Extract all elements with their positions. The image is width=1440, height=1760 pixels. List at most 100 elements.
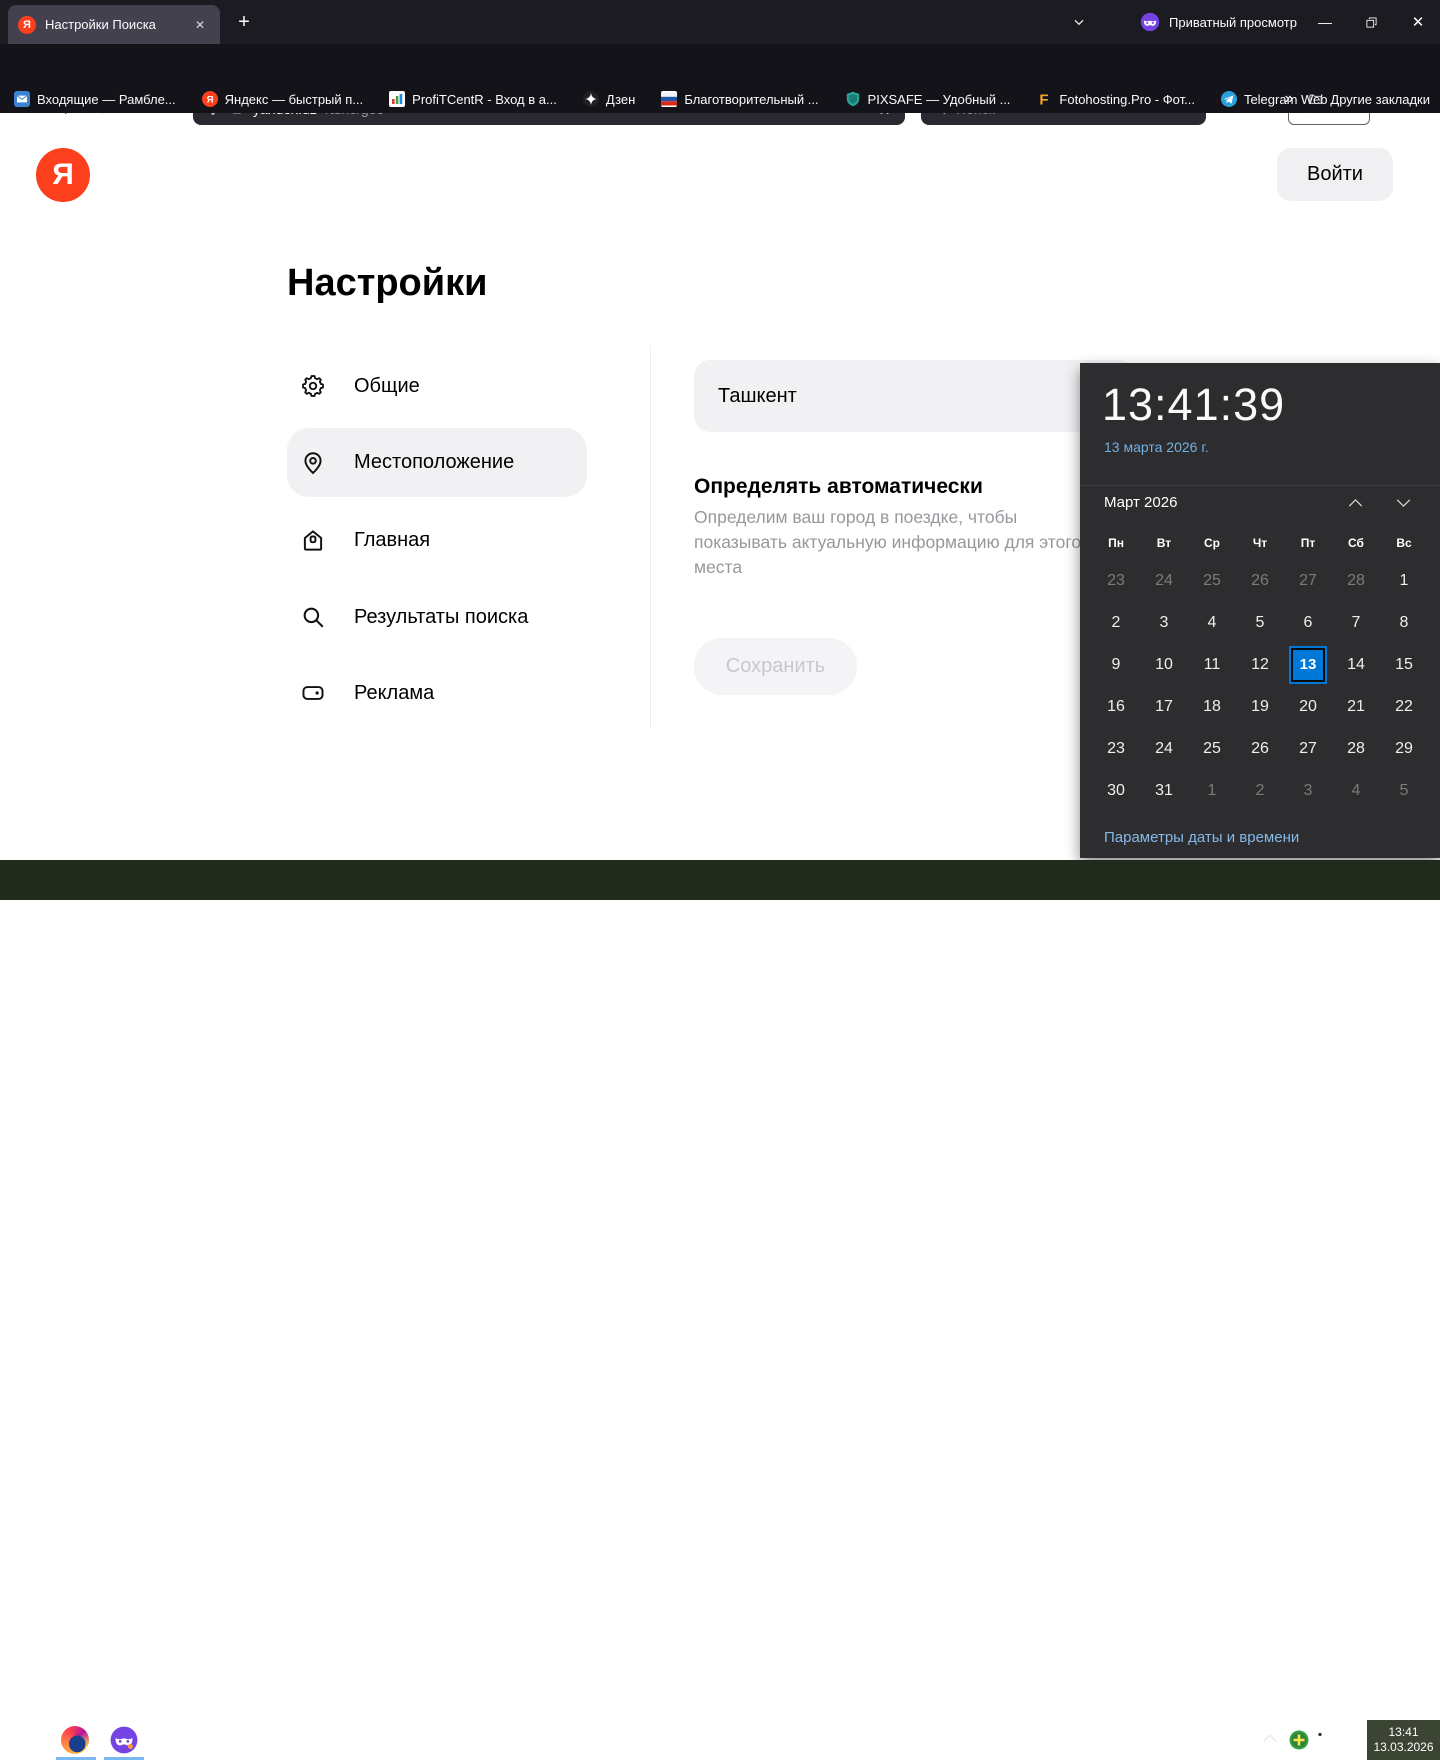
tag-icon bbox=[300, 680, 326, 706]
calendar-day[interactable]: 31 bbox=[1140, 770, 1188, 812]
restore-button[interactable] bbox=[1352, 0, 1390, 44]
calendar-day[interactable]: 7 bbox=[1332, 602, 1380, 644]
minimize-button[interactable]: — bbox=[1306, 0, 1344, 44]
browser-tab[interactable]: Я Настройки Поиска ✕ bbox=[8, 5, 220, 44]
flyout-divider bbox=[1080, 485, 1440, 486]
auto-detect-description: Определим ваш город в поездке, чтобы пок… bbox=[694, 505, 1092, 580]
calendar-day[interactable]: 14 bbox=[1332, 644, 1380, 686]
calendar-day[interactable]: 27 bbox=[1284, 560, 1332, 602]
selected-day-box: 13 bbox=[1291, 648, 1325, 682]
bookmark-label: Яндекс — быстрый п... bbox=[225, 92, 364, 107]
other-bookmarks-label: Другие закладки bbox=[1330, 92, 1430, 107]
sidebar-item-label: Общие bbox=[354, 375, 420, 398]
calendar-day[interactable]: 8 bbox=[1380, 602, 1428, 644]
calendar-day[interactable]: 5 bbox=[1236, 602, 1284, 644]
tab-list-chevron-icon[interactable] bbox=[1062, 0, 1096, 44]
browser-tab-bar: Я Настройки Поиска ✕ + Приватный просмот… bbox=[0, 0, 1440, 44]
gear-icon bbox=[300, 373, 326, 399]
calendar-day[interactable]: 24 bbox=[1140, 560, 1188, 602]
bookmark-item[interactable]: FFotohosting.Pro - Фот... bbox=[1036, 91, 1195, 107]
calendar-day[interactable]: 9 bbox=[1092, 644, 1140, 686]
page-title: Настройки bbox=[287, 262, 487, 305]
calendar-day[interactable]: 23 bbox=[1092, 560, 1140, 602]
calendar-day[interactable]: 21 bbox=[1332, 686, 1380, 728]
calendar-day[interactable]: 23 bbox=[1092, 728, 1140, 770]
sidebar-item-location[interactable]: Местоположение bbox=[287, 428, 587, 497]
calendar-day[interactable]: 4 bbox=[1332, 770, 1380, 812]
date-time-settings-link[interactable]: Параметры даты и времени bbox=[1104, 829, 1299, 846]
calendar-day[interactable]: 26 bbox=[1236, 728, 1284, 770]
other-bookmarks-button[interactable]: Другие закладки bbox=[1308, 92, 1430, 107]
tab-title: Настройки Поиска bbox=[45, 17, 190, 32]
page-signin-button[interactable]: Войти bbox=[1277, 148, 1393, 201]
calendar-day[interactable]: 16 bbox=[1092, 686, 1140, 728]
calendar-day[interactable]: 25 bbox=[1188, 560, 1236, 602]
calendar-day[interactable]: 19 bbox=[1236, 686, 1284, 728]
calendar-day[interactable]: 15 bbox=[1380, 644, 1428, 686]
firefox-private-taskbar-icon[interactable] bbox=[110, 1726, 138, 1754]
calendar-day[interactable]: 12 bbox=[1236, 644, 1284, 686]
sidebar-item-main[interactable]: Главная bbox=[287, 514, 587, 566]
bookmark-item[interactable]: Благотворительный ... bbox=[661, 91, 818, 107]
calendar-day[interactable]: 29 bbox=[1380, 728, 1428, 770]
language-indicator[interactable]: РУС bbox=[1336, 1720, 1364, 1760]
calendar-prev-month-icon[interactable] bbox=[1338, 493, 1372, 513]
save-button[interactable]: Сохранить bbox=[694, 638, 857, 695]
bookmark-item[interactable]: Я Яндекс — быстрый п... bbox=[202, 91, 364, 107]
yandex-logo[interactable]: Я bbox=[36, 148, 90, 202]
calendar-next-month-icon[interactable] bbox=[1386, 493, 1420, 513]
calendar-day[interactable]: 22 bbox=[1380, 686, 1428, 728]
calendar-day[interactable]: 30 bbox=[1092, 770, 1140, 812]
bookmark-item[interactable]: ProfiTCentR - Вход в а... bbox=[389, 91, 557, 107]
bookmark-item[interactable]: Дзен bbox=[583, 91, 635, 107]
calendar-day[interactable]: 6 bbox=[1284, 602, 1332, 644]
calendar-day[interactable]: 10 bbox=[1140, 644, 1188, 686]
tray-chevron-up-icon[interactable] bbox=[1262, 1733, 1282, 1748]
tray-antivirus-icon[interactable] bbox=[1289, 1730, 1309, 1750]
calendar-day[interactable]: 27 bbox=[1284, 728, 1332, 770]
calendar-day[interactable]: 4 bbox=[1188, 602, 1236, 644]
bookmark-label: Дзен bbox=[606, 92, 635, 107]
close-window-button[interactable]: ✕ bbox=[1398, 0, 1438, 44]
city-input[interactable]: Ташкент bbox=[694, 360, 1134, 432]
tray-clock[interactable]: 13:41 13.03.2026 bbox=[1367, 1720, 1440, 1760]
calendar-day[interactable]: 2 bbox=[1236, 770, 1284, 812]
sidebar-item-search-results[interactable]: Результаты поиска bbox=[287, 591, 587, 643]
calendar-day[interactable]: 3 bbox=[1284, 770, 1332, 812]
bookmarks-overflow-icon[interactable]: » bbox=[1284, 90, 1293, 108]
calendar-day[interactable]: 17 bbox=[1140, 686, 1188, 728]
bookmarks-bar: Входящие — Рамбле... Я Яндекс — быстрый п.… bbox=[0, 85, 1440, 113]
sidebar-item-label: Результаты поиска bbox=[354, 606, 528, 629]
calendar-day[interactable]: 5 bbox=[1380, 770, 1428, 812]
bookmark-label: Входящие — Рамбле... bbox=[37, 92, 176, 107]
start-button[interactable] bbox=[13, 1731, 32, 1750]
calendar-day[interactable]: 1 bbox=[1380, 560, 1428, 602]
tab-close-icon[interactable]: ✕ bbox=[190, 16, 210, 34]
calendar-day[interactable]: 24 bbox=[1140, 728, 1188, 770]
tray-network-icon[interactable] bbox=[1313, 1728, 1338, 1752]
calendar-day[interactable]: 28 bbox=[1332, 560, 1380, 602]
telegram-favicon bbox=[1221, 91, 1237, 107]
calendar-day[interactable]: 18 bbox=[1188, 686, 1236, 728]
calendar-day[interactable]: 3 bbox=[1140, 602, 1188, 644]
svg-text:Я: Я bbox=[206, 95, 213, 106]
svg-text:F: F bbox=[1040, 92, 1049, 108]
sidebar-item-general[interactable]: Общие bbox=[287, 360, 587, 412]
calendar-day[interactable]: 28 bbox=[1332, 728, 1380, 770]
flyout-date: 13 марта 2026 г. bbox=[1104, 439, 1209, 455]
new-tab-button[interactable]: + bbox=[230, 9, 258, 37]
calendar-day-header: Сб bbox=[1332, 531, 1380, 555]
calendar-day[interactable]: 11 bbox=[1188, 644, 1236, 686]
calendar-day[interactable]: 20 bbox=[1284, 686, 1332, 728]
calendar-day[interactable]: 26 bbox=[1236, 560, 1284, 602]
tray-date: 13.03.2026 bbox=[1373, 1740, 1433, 1755]
calendar-day-selected[interactable]: 13 bbox=[1284, 644, 1332, 686]
sidebar-item-ads[interactable]: Реклама bbox=[287, 667, 587, 719]
calendar-day[interactable]: 1 bbox=[1188, 770, 1236, 812]
bookmark-item[interactable]: PIXSAFE — Удобный ... bbox=[845, 91, 1011, 107]
calendar-day[interactable]: 2 bbox=[1092, 602, 1140, 644]
flag-favicon bbox=[661, 91, 677, 107]
calendar-day[interactable]: 25 bbox=[1188, 728, 1236, 770]
firefox-taskbar-icon[interactable] bbox=[61, 1726, 89, 1754]
bookmark-item[interactable]: Входящие — Рамбле... bbox=[14, 91, 176, 107]
